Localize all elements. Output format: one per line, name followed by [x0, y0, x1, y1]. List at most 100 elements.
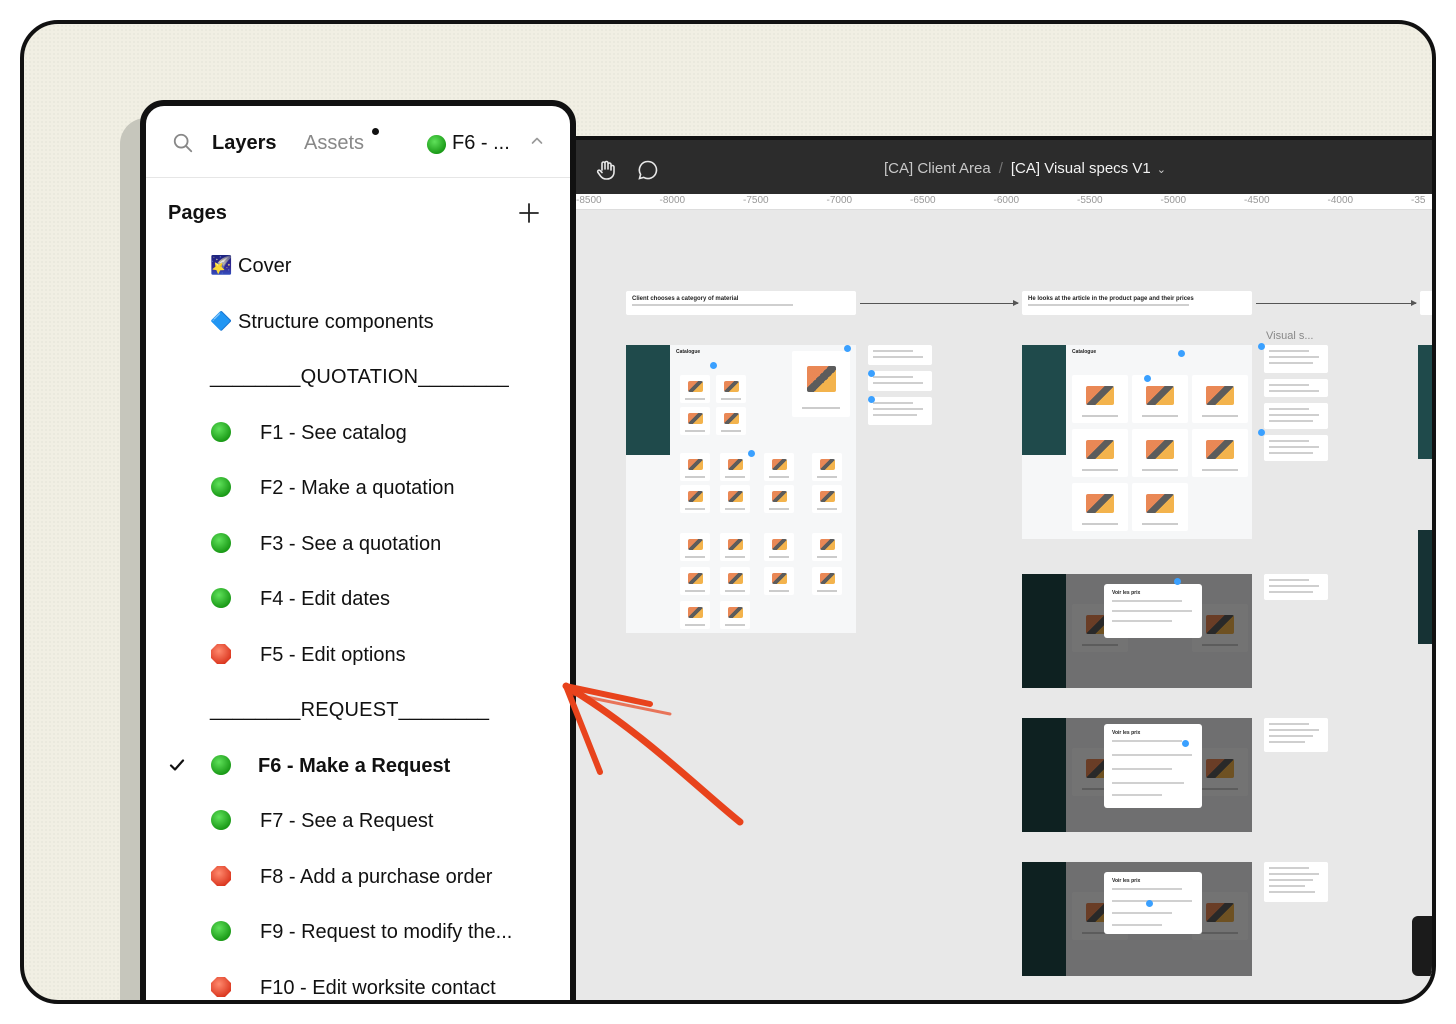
annotation-note[interactable]: [1264, 403, 1328, 429]
frame-label[interactable]: Visual s...: [1266, 330, 1314, 342]
chevron-up-icon[interactable]: [530, 134, 544, 148]
page-item[interactable]: F1 - See catalog: [146, 405, 570, 461]
marker-dot: [1182, 740, 1189, 747]
comment-icon[interactable]: [636, 158, 660, 182]
page-item-label: F10 - Edit worksite contact: [260, 976, 496, 999]
page-item[interactable]: F3 - See a quotation: [146, 516, 570, 572]
annotation-arrow: [562, 682, 744, 826]
page-item[interactable]: F8 - Add a purchase order: [146, 849, 570, 905]
ruler-tick: -7000: [826, 195, 853, 206]
flow-note-1[interactable]: Client chooses a category of material: [626, 291, 856, 315]
page-item[interactable]: F7 - See a Request: [146, 793, 570, 849]
page-item[interactable]: 🌠 Cover: [146, 238, 570, 294]
ruler-tick: -4500: [1244, 195, 1270, 206]
green-circle-icon: [210, 809, 232, 831]
modal-dialog[interactable]: Voir les prix: [1104, 724, 1202, 808]
catalogue-screen[interactable]: Catalogue: [626, 345, 856, 633]
flow-note-3[interactable]: [1420, 291, 1432, 315]
ruler-tick: -8000: [659, 195, 686, 206]
page-section-divider[interactable]: ________REQUEST________: [146, 682, 570, 738]
page-item[interactable]: F6 - Make a Request: [146, 738, 570, 794]
red-stop-icon: [210, 643, 232, 665]
page-item-label: F4 - Edit dates: [260, 588, 391, 610]
modal-dialog[interactable]: Voir les prix: [1104, 872, 1202, 934]
flow-note-title: Client chooses a category of material: [632, 296, 739, 302]
breadcrumb-separator: /: [998, 160, 1003, 177]
breadcrumb-file[interactable]: [CA] Visual specs V1: [1011, 160, 1151, 177]
horizontal-ruler: -8500 -8000 -7500 -7000 -6500 -6000 -5500 -5000…: [572, 194, 1432, 210]
flow-connector: [860, 300, 1019, 306]
page-item[interactable]: 🔷 Structure components: [146, 294, 570, 350]
page-item[interactable]: F5 - Edit options: [146, 627, 570, 683]
marker-dot: [868, 370, 875, 377]
page-item[interactable]: F4 - Edit dates: [146, 571, 570, 627]
marker-dot: [710, 362, 717, 369]
pages-list: 🌠 Cover 🔷 Structure components ________QUOTA…: [146, 238, 570, 1001]
breadcrumb-project[interactable]: [CA] Client Area: [884, 160, 991, 177]
ruler-tick: -6500: [910, 195, 936, 206]
hand-icon[interactable]: [594, 158, 618, 182]
annotation-note[interactable]: [1264, 435, 1328, 461]
shooting-star-icon: 🌠: [210, 255, 233, 275]
green-circle-icon: [210, 421, 232, 443]
marker-dot: [844, 345, 851, 352]
flow-connector: [1256, 300, 1417, 306]
modal-dialog[interactable]: Voir les prix: [1104, 584, 1202, 638]
partial-screen[interactable]: [1418, 345, 1432, 459]
page-item-label: F2 - Make a quotation: [260, 477, 455, 499]
green-circle-icon: [210, 476, 232, 498]
page-item-label: F8 - Add a purchase order: [260, 865, 493, 888]
page-item-label: F5 - Edit options: [260, 643, 406, 666]
ruler-tick: -6000: [993, 195, 1020, 206]
pages-header: Pages: [168, 202, 227, 224]
tab-layers[interactable]: Layers: [212, 132, 277, 155]
annotation-note[interactable]: [1264, 379, 1328, 397]
annotation-note[interactable]: [1264, 345, 1328, 373]
product-screen[interactable]: Catalogue: [1022, 345, 1252, 539]
marker-dot: [1174, 578, 1181, 585]
page-item[interactable]: F10 - Edit worksite contact: [146, 960, 570, 1001]
horizontal-scrollbar[interactable]: [572, 1002, 1062, 1004]
canvas-area[interactable]: Client chooses a category of material He…: [572, 210, 1432, 1004]
page-item-label: F7 - See a Request: [260, 810, 434, 832]
plus-icon[interactable]: [518, 202, 540, 224]
ruler-tick: -35: [1411, 195, 1426, 206]
ruler-tick: -5000: [1160, 195, 1187, 206]
flow-note-title: He looks at the article in the product p…: [1028, 296, 1194, 302]
ruler-tick: -4000: [1327, 195, 1354, 206]
search-icon[interactable]: [172, 132, 194, 154]
green-circle-icon: [210, 920, 232, 942]
annotation-note[interactable]: [868, 371, 932, 391]
canvas-toolbar: [CA] Client Area / [CA] Visual specs V1 ⌄: [572, 136, 1432, 194]
annotation-note[interactable]: [1264, 574, 1328, 600]
annotation-note[interactable]: [1264, 718, 1328, 752]
marker-dot: [1146, 900, 1153, 907]
current-page-selector[interactable]: F6 - ...: [452, 132, 510, 155]
partial-screen[interactable]: [1418, 530, 1432, 644]
page-item-label: Structure components: [238, 310, 434, 333]
annotation-note[interactable]: [868, 345, 932, 365]
page-item-label: Cover: [238, 255, 292, 277]
tab-assets[interactable]: Assets: [304, 132, 364, 155]
annotation-note[interactable]: [868, 397, 932, 425]
green-circle-icon: [426, 134, 447, 155]
ruler-tick: -8500: [576, 195, 602, 206]
flow-note-2[interactable]: He looks at the article in the product p…: [1022, 291, 1252, 315]
green-circle-icon: [210, 532, 232, 554]
notification-dot: [372, 128, 379, 135]
marker-dot: [1258, 343, 1265, 350]
page-item-label: F1 - See catalog: [260, 421, 407, 444]
annotation-note[interactable]: [1264, 862, 1328, 902]
edge-tab[interactable]: [1412, 916, 1432, 976]
check-icon: [169, 758, 185, 771]
blue-diamond-icon: 🔷: [210, 310, 233, 331]
canvas-window: [CA] Client Area / [CA] Visual specs V1 ⌄ -…: [572, 136, 1432, 1004]
marker-dot: [868, 396, 875, 403]
page-item[interactable]: F2 - Make a quotation: [146, 460, 570, 516]
marker-dot: [1178, 350, 1185, 357]
ruler-tick: -7500: [743, 195, 769, 206]
page-item[interactable]: F9 - Request to modify the...: [146, 904, 570, 960]
page-section-divider[interactable]: ________QUOTATION________: [146, 349, 570, 405]
layers-panel: Layers Assets F6 - ... Pages 🌠 Cover 🔷 Stru…: [140, 100, 576, 1001]
chevron-down-icon[interactable]: ⌄: [1157, 164, 1166, 176]
